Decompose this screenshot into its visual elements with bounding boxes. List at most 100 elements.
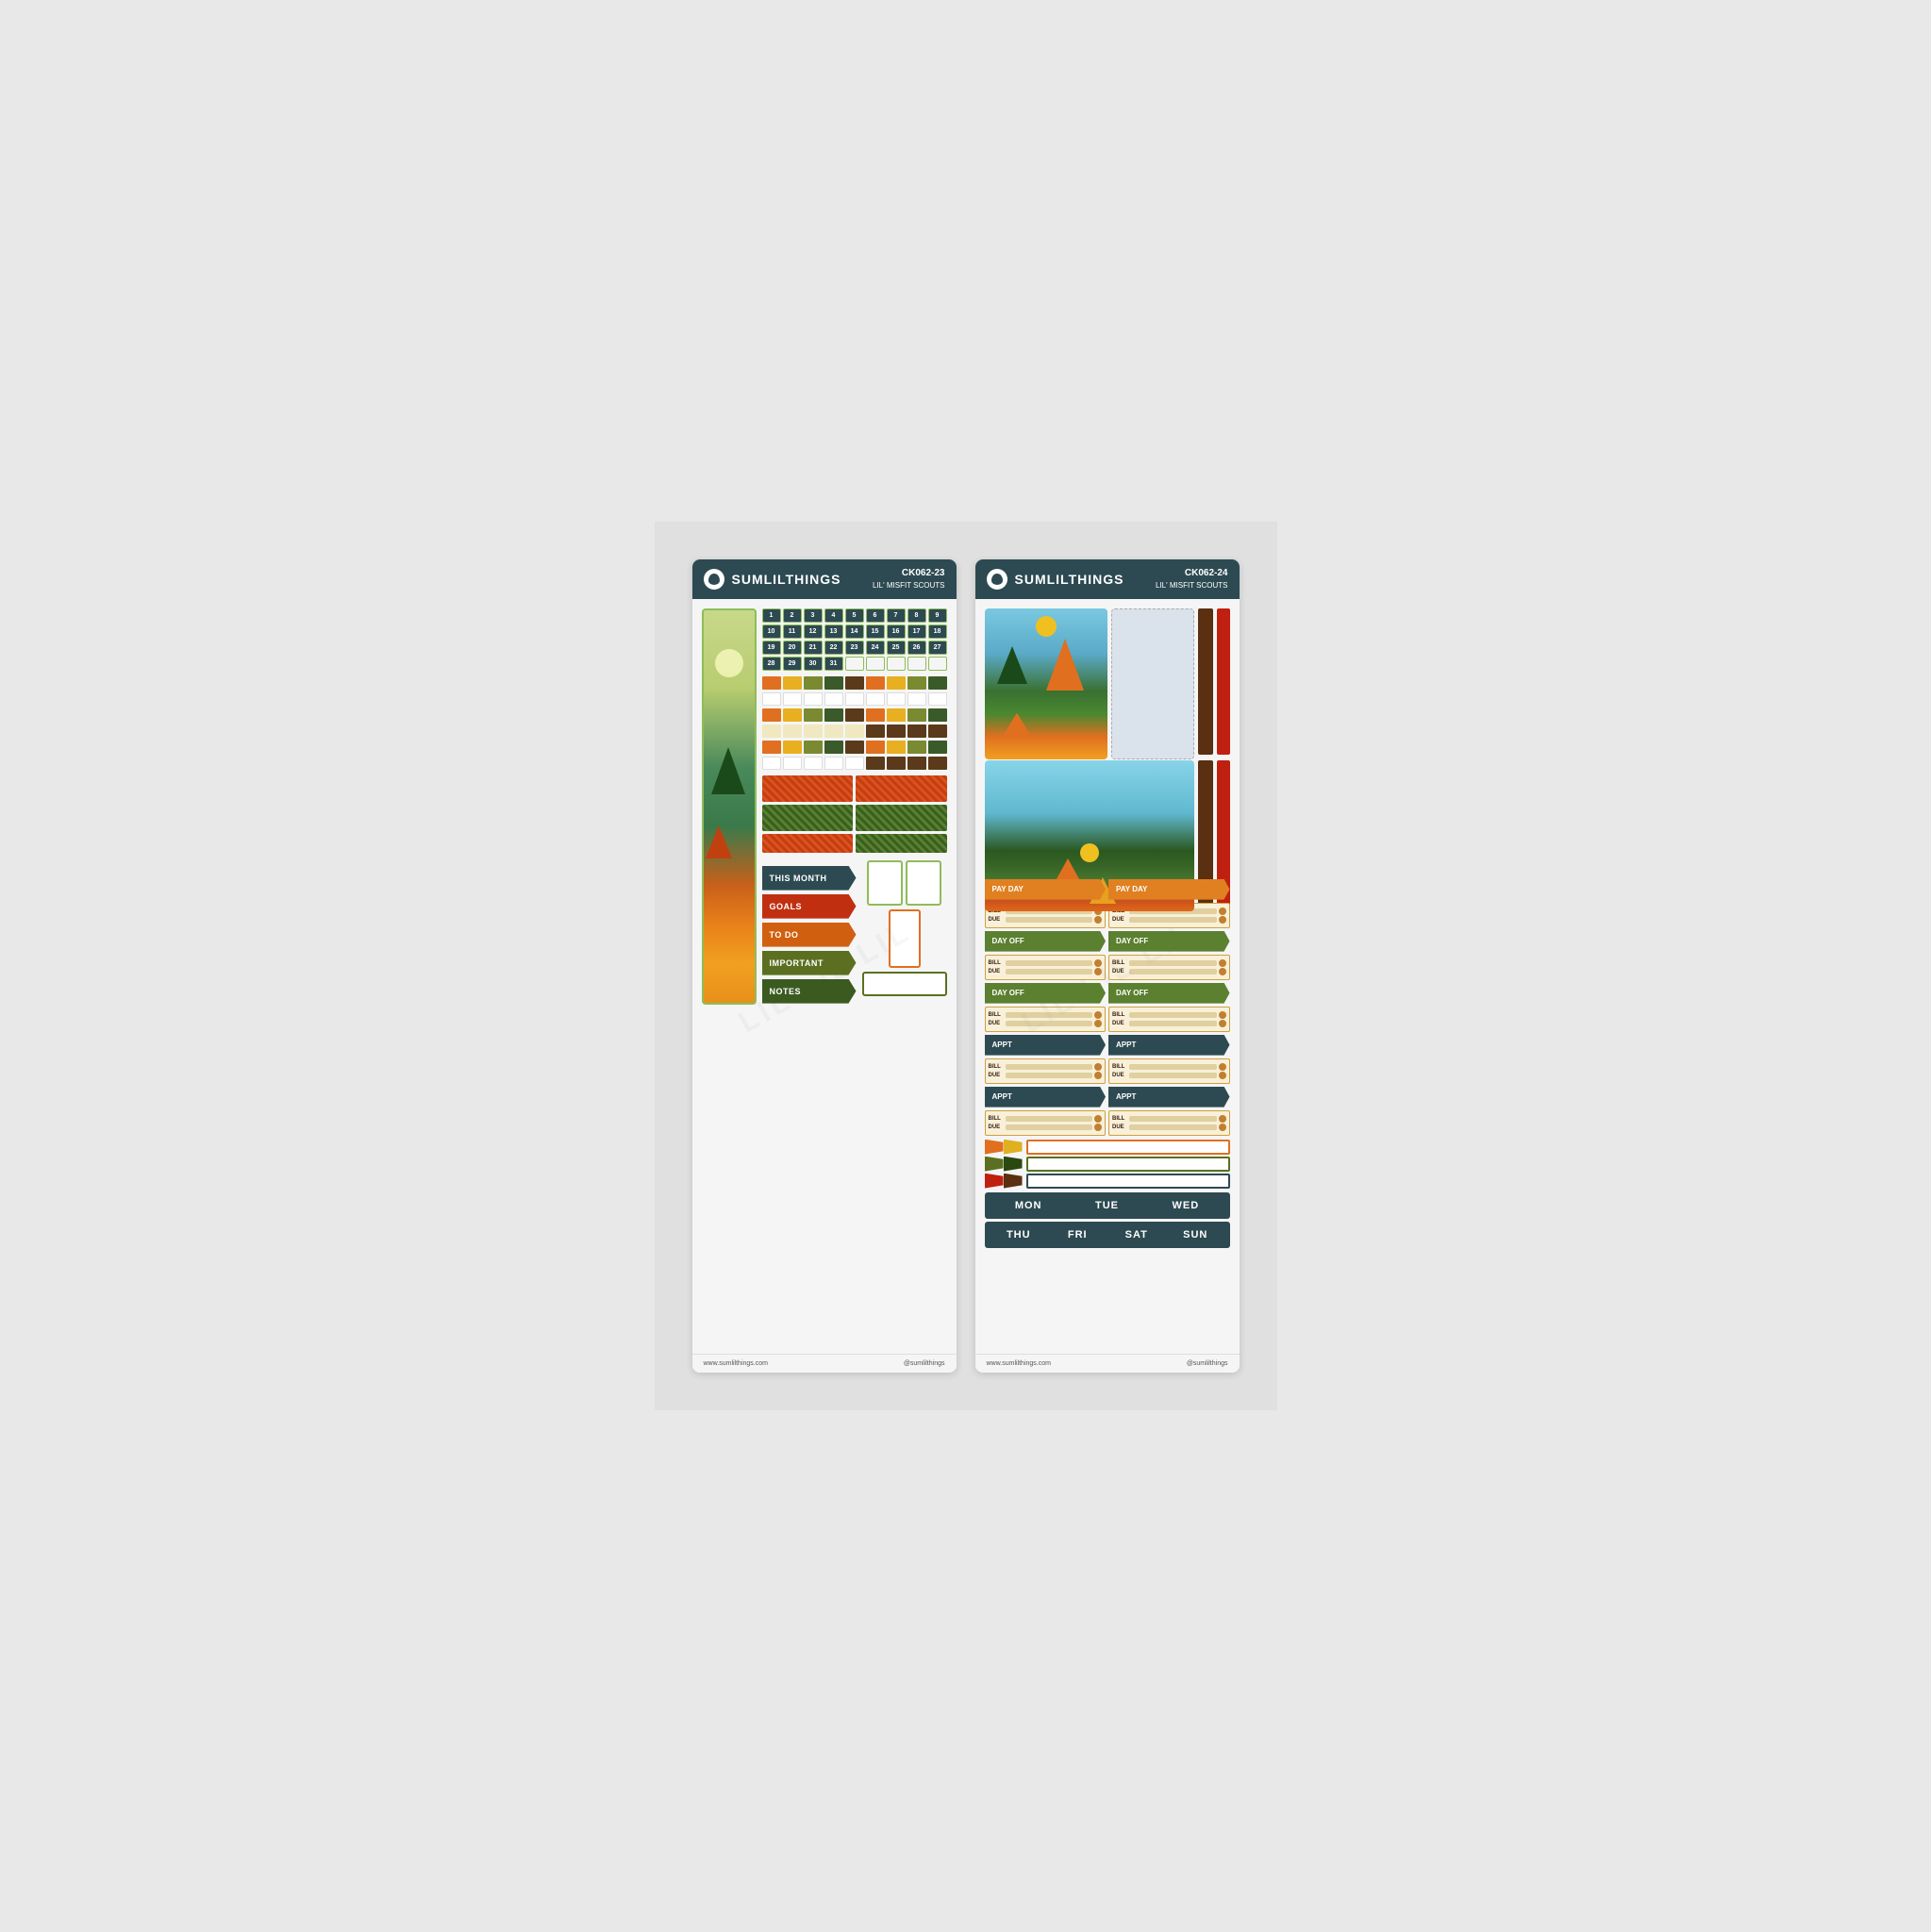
strip-cell bbox=[907, 741, 926, 754]
card2-subtitle: LIL' MISFIT SCOUTS bbox=[1156, 580, 1228, 591]
strip-cell bbox=[928, 724, 947, 738]
num-6: 6 bbox=[866, 608, 885, 623]
strip-cell bbox=[762, 757, 781, 770]
due-fill-5 bbox=[1006, 1021, 1093, 1026]
bill-row-4: BILL bbox=[1112, 959, 1226, 967]
banner-important: IMPORTANT bbox=[762, 951, 857, 975]
num-1: 1 bbox=[762, 608, 781, 623]
strip-cell bbox=[887, 724, 906, 738]
flag-pair-3 bbox=[985, 1174, 1023, 1189]
bill-dot-9 bbox=[1094, 1115, 1102, 1123]
banner-important-label: IMPORTANT bbox=[770, 958, 824, 968]
day-mon: MON bbox=[990, 1200, 1067, 1211]
strip-row-1 bbox=[762, 676, 947, 690]
sticker-boxes-row1 bbox=[867, 860, 941, 906]
num-13: 13 bbox=[824, 625, 843, 639]
num-24: 24 bbox=[866, 641, 885, 655]
long-bar-green bbox=[1026, 1157, 1230, 1172]
scene2-section bbox=[985, 760, 1230, 874]
card1-subtitle: LIL' MISFIT SCOUTS bbox=[873, 580, 945, 591]
card1-right-content: 1 2 3 4 5 6 7 8 9 10 11 12 13 14 bbox=[762, 608, 947, 1004]
strip-cell bbox=[887, 757, 906, 770]
due-label-4: DUE bbox=[1112, 969, 1127, 974]
num-29: 29 bbox=[783, 657, 802, 671]
strip-cell bbox=[866, 676, 885, 690]
strip-cell bbox=[783, 708, 802, 722]
banner-todo: TO DO bbox=[762, 923, 857, 947]
sticker-boxes-col bbox=[862, 860, 947, 996]
white-box-wide bbox=[862, 972, 947, 996]
bill-label-9: BILL bbox=[989, 1116, 1004, 1122]
strip-cell bbox=[804, 676, 823, 690]
day-headers-row2: THU FRI SAT SUN bbox=[985, 1222, 1230, 1248]
flag-bar-green bbox=[985, 1157, 1230, 1172]
banner-this-month-arrow: THIS MONTH bbox=[762, 866, 857, 891]
strip-cell bbox=[928, 741, 947, 754]
due-row-9: DUE bbox=[989, 1124, 1103, 1131]
bill-group-10: BILL DUE bbox=[1108, 1110, 1230, 1136]
banner-todo-arrow: TO DO bbox=[762, 923, 857, 947]
num-16: 16 bbox=[887, 625, 906, 639]
banner-todo-label: TO DO bbox=[770, 930, 799, 940]
strip-cell bbox=[762, 676, 781, 690]
strip-cell bbox=[824, 692, 843, 706]
strip-cell bbox=[804, 741, 823, 754]
banner-notes-label: NOTES bbox=[770, 987, 802, 996]
num-8: 8 bbox=[907, 608, 926, 623]
pattern-red bbox=[762, 775, 854, 802]
card2-header-right: CK062-24 LIL' MISFIT SCOUTS bbox=[1156, 567, 1228, 591]
due-row-10: DUE bbox=[1112, 1124, 1226, 1131]
banner-appt-4: APPT bbox=[1108, 1087, 1230, 1108]
functional-appt-row2: APPT APPT bbox=[985, 1087, 1230, 1108]
strip-cell bbox=[804, 724, 823, 738]
bill-section-4: BILL DUE BILL bbox=[985, 1058, 1230, 1084]
flag-pair-1 bbox=[985, 1140, 1023, 1155]
num-4: 4 bbox=[824, 608, 843, 623]
brand-name: SUMLILTHINGS bbox=[732, 572, 841, 587]
bill-group-6: BILL DUE bbox=[1108, 1007, 1230, 1032]
due-label-3: DUE bbox=[989, 969, 1004, 974]
strip-cell bbox=[887, 708, 906, 722]
bill-dot-2 bbox=[1219, 908, 1226, 915]
color-strips bbox=[762, 676, 947, 770]
due-dot-4 bbox=[1219, 968, 1226, 975]
strip-row-4 bbox=[762, 724, 947, 738]
bill-dot-3 bbox=[1094, 959, 1102, 967]
pattern-small-2 bbox=[856, 834, 947, 853]
due-dot-3 bbox=[1094, 968, 1102, 975]
sticker-boxes-row2 bbox=[889, 909, 921, 968]
pattern-red-2 bbox=[856, 775, 947, 802]
banner-goals: GOALS bbox=[762, 894, 857, 919]
logo-figure-2 bbox=[991, 574, 1003, 585]
torn-box-tall bbox=[1111, 608, 1194, 759]
due-fill-4 bbox=[1129, 969, 1217, 974]
flag-yellow-1 bbox=[1004, 1140, 1023, 1155]
strip-cell bbox=[866, 724, 885, 738]
due-dot-10 bbox=[1219, 1124, 1226, 1131]
banner-appt-1: APPT bbox=[985, 1035, 1107, 1056]
strip-cell bbox=[866, 692, 885, 706]
scene-left-tall bbox=[985, 608, 1107, 759]
flag-red-1 bbox=[985, 1174, 1004, 1189]
strip-cell bbox=[887, 692, 906, 706]
card2-footer-right: @sumlilthings bbox=[1187, 1360, 1228, 1367]
num-26: 26 bbox=[907, 641, 926, 655]
strip-cell bbox=[824, 757, 843, 770]
card1-footer-right: @sumlilthings bbox=[904, 1360, 945, 1367]
bill-group-9: BILL DUE bbox=[985, 1110, 1107, 1136]
bill-group-4: BILL DUE bbox=[1108, 955, 1230, 980]
strip-row-5 bbox=[762, 741, 947, 754]
strip-cell bbox=[845, 741, 864, 754]
bill-label-10: BILL bbox=[1112, 1116, 1127, 1122]
due-label-9: DUE bbox=[989, 1124, 1004, 1130]
bill-fill-3 bbox=[1006, 960, 1093, 966]
bill-label-7: BILL bbox=[989, 1064, 1004, 1070]
bill-group-3: BILL DUE bbox=[985, 955, 1107, 980]
card2-code: CK062-24 bbox=[1156, 567, 1228, 580]
strip-row-3 bbox=[762, 708, 947, 722]
due-fill-10 bbox=[1129, 1124, 1217, 1130]
card1-header-left: SUMLILTHINGS bbox=[704, 569, 841, 590]
strip-cell bbox=[762, 741, 781, 754]
strip-cell bbox=[928, 676, 947, 690]
due-row-8: DUE bbox=[1112, 1072, 1226, 1079]
